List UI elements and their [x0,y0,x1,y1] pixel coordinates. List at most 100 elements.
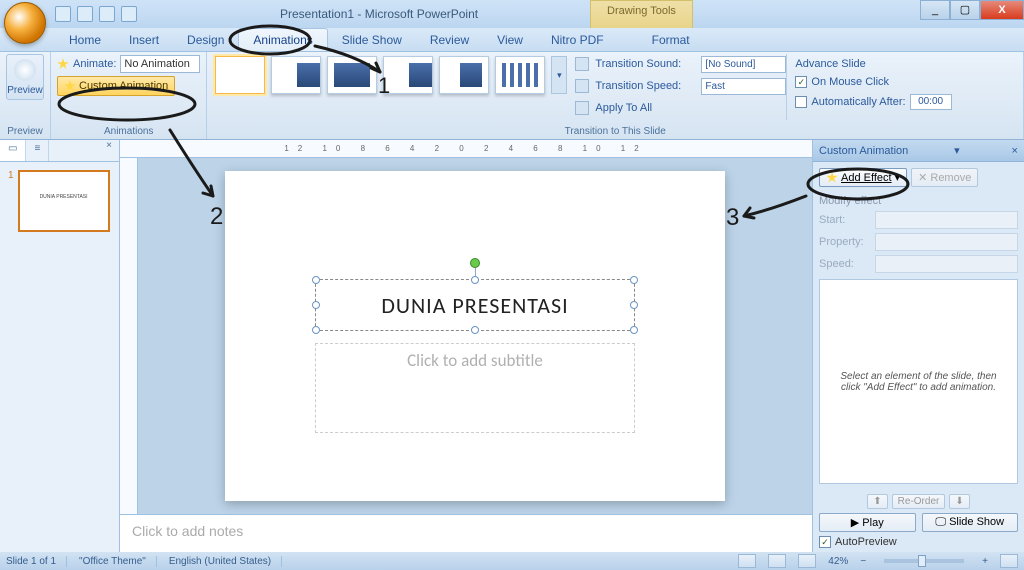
rotation-handle[interactable] [470,258,480,268]
transition-sound-dropdown[interactable]: [No Sound] [701,56,786,73]
auto-after-checkbox[interactable] [795,96,807,108]
start-dropdown[interactable] [875,211,1018,229]
star-icon [64,80,76,92]
fit-window-button[interactable] [1000,554,1018,568]
zoom-value[interactable]: 42% [828,556,848,567]
slides-panel-close[interactable]: × [99,140,119,161]
normal-view-button[interactable] [738,554,756,568]
theme-name: "Office Theme" [79,556,157,567]
resize-handle[interactable] [312,276,320,284]
tab-format[interactable]: Format [638,29,704,51]
auto-after-label: Automatically After: [811,96,905,108]
zoom-in-icon[interactable]: + [982,556,988,567]
slides-panel: ▭ ≡ × 1 DUNIA PRESENTASI [0,140,120,552]
property-dropdown[interactable] [875,233,1018,251]
qat-print-icon[interactable] [121,6,137,22]
auto-after-time-field[interactable]: 00:00 [910,94,952,110]
title-textbox[interactable]: DUNIA PRESENTASI [315,279,635,331]
tab-animations[interactable]: Animations [238,28,327,51]
tab-nitro-pdf[interactable]: Nitro PDF [537,29,618,51]
notes-placeholder: Click to add notes [132,523,243,539]
subtitle-textbox[interactable]: Click to add subtitle [315,343,635,433]
office-button[interactable] [4,2,46,44]
maximize-button[interactable]: ▢ [950,0,980,20]
resize-handle[interactable] [312,301,320,309]
sound-icon [575,57,589,71]
modify-effect-title: Modify effect [819,195,1018,207]
transition-none[interactable] [215,56,265,94]
remove-button[interactable]: ✕ Remove [911,168,978,187]
canvas-wrap[interactable]: DUNIA PRESENTASI Click to add subtitle [138,158,812,514]
zoom-thumb[interactable] [918,555,926,567]
resize-handle[interactable] [630,276,638,284]
transition-item[interactable] [439,56,489,94]
qat-undo-icon[interactable] [77,6,93,22]
add-effect-label: Add Effect [841,172,892,184]
slides-tab[interactable]: ▭ [0,140,26,161]
close-button[interactable]: X [980,0,1024,20]
slideshow-button[interactable]: 🖵 Slide Show [922,513,1019,532]
resize-handle[interactable] [471,276,479,284]
transition-gallery-more[interactable]: ▾ [551,56,567,94]
resize-handle[interactable] [630,326,638,334]
reorder-label: Re-Order [892,494,946,509]
group-transition-label: Transition to This Slide [213,124,1017,139]
slide-canvas[interactable]: DUNIA PRESENTASI Click to add subtitle [225,171,725,501]
tab-design[interactable]: Design [173,29,238,51]
on-mouse-click-checkbox[interactable]: ✓ [795,76,807,88]
transition-item[interactable] [495,56,545,94]
speed-dropdown[interactable] [875,255,1018,273]
transition-item[interactable] [271,56,321,94]
ribbon: Preview Preview Animate: No Animation Cu… [0,52,1024,140]
statusbar: Slide 1 of 1 "Office Theme" English (Uni… [0,552,1024,570]
tab-slideshow[interactable]: Slide Show [328,29,416,51]
resize-handle[interactable] [312,326,320,334]
resize-handle[interactable] [471,326,479,334]
window-title: Presentation1 - Microsoft PowerPoint [280,7,478,21]
tab-view[interactable]: View [483,29,537,51]
transition-item[interactable] [383,56,433,94]
transition-options: Transition Sound: [No Sound] Transition … [569,54,786,120]
tab-home[interactable]: Home [55,29,115,51]
chevron-down-icon: ▾ [895,171,901,184]
play-button[interactable]: ▶ Play [819,513,916,532]
group-animations-label: Animations [57,124,200,139]
custom-animation-pane: Custom Animation ▾ × Add Effect ▾ ✕ Remo… [812,140,1024,552]
start-label: Start: [819,214,875,226]
zoom-slider[interactable] [884,559,964,563]
advance-slide: Advance Slide ✓ On Mouse Click Automatic… [786,54,959,120]
slide-sorter-view-button[interactable] [768,554,786,568]
minimize-button[interactable]: _ [920,0,950,20]
animate-dropdown[interactable]: No Animation [120,55,200,73]
reorder-down-button[interactable]: ⬇ [949,494,969,509]
apply-to-all-button[interactable]: Apply To All [595,102,652,114]
tab-insert[interactable]: Insert [115,29,173,51]
property-label: Property: [819,236,875,248]
resize-handle[interactable] [630,301,638,309]
transition-speed-dropdown[interactable]: Fast [701,78,786,95]
transition-item[interactable] [327,56,377,94]
thumbnail-1[interactable]: 1 DUNIA PRESENTASI [8,170,111,232]
star-glyph-icon [57,58,69,70]
preview-button[interactable]: Preview [6,54,44,100]
titlebar: Presentation1 - Microsoft PowerPoint Dra… [0,0,1024,28]
slideshow-view-button[interactable] [798,554,816,568]
notes-pane[interactable]: Click to add notes [120,514,812,552]
custom-animation-button[interactable]: Custom Animation [57,76,175,96]
star-icon [826,172,838,184]
outline-tab[interactable]: ≡ [26,140,49,161]
zoom-out-icon[interactable]: − [860,556,866,567]
reorder-up-button[interactable]: ⬆ [867,494,887,509]
add-effect-button[interactable]: Add Effect ▾ [819,168,907,187]
ribbon-tabstrip: Home Insert Design Animations Slide Show… [0,28,1024,52]
title-text[interactable]: DUNIA PRESENTASI [316,280,634,319]
language[interactable]: English (United States) [169,556,282,567]
taskpane-close[interactable]: × [1012,145,1018,157]
qat-save-icon[interactable] [55,6,71,22]
tab-review[interactable]: Review [416,29,483,51]
taskpane-dropdown-icon[interactable]: ▾ [954,144,960,157]
taskpane-title: Custom Animation [819,145,908,157]
group-animations: Animate: No Animation Custom Animation A… [51,52,207,139]
autopreview-checkbox[interactable]: ✓ [819,536,831,548]
qat-redo-icon[interactable] [99,6,115,22]
